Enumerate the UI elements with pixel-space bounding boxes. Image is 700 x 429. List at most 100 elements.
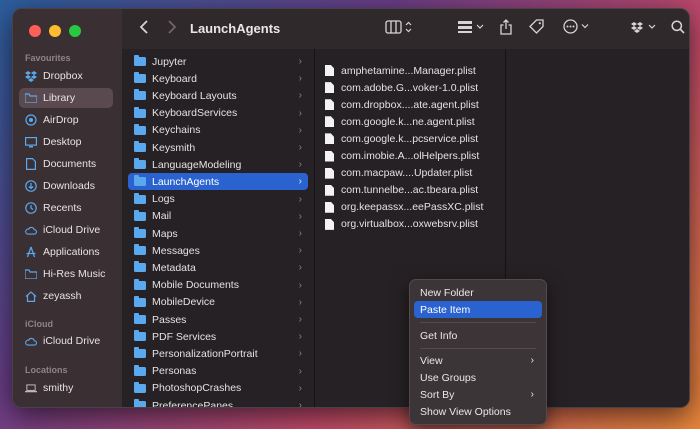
column-library: Jupyter › Keyboard › Keyboard Layouts › Keyboa… <box>122 49 315 407</box>
sidebar-item-home[interactable]: zeyassh <box>19 286 113 306</box>
menu-item-label: Get Info <box>420 329 458 342</box>
folder-name: PersonalizationPortrait <box>152 347 258 360</box>
file-name: com.google.k...pcservice.plist <box>341 132 479 145</box>
sidebar-item-recents[interactable]: Recents <box>19 198 113 218</box>
sidebar-item-documents[interactable]: Documents <box>19 154 113 174</box>
folder-row[interactable]: PreferencePanes › <box>128 397 308 407</box>
folder-row[interactable]: KeyboardServices › <box>128 105 308 122</box>
sidebar-item-airdrop[interactable]: AirDrop <box>19 110 113 130</box>
chevron-right-icon: › <box>298 245 302 257</box>
folder-row[interactable]: LanguageModeling › <box>128 156 308 173</box>
minimize-button[interactable] <box>49 25 61 37</box>
folder-row[interactable]: Passes › <box>128 311 308 328</box>
file-row[interactable]: com.google.k...ne.agent.plist <box>325 113 475 130</box>
sidebar-item-icloud-drive-2[interactable]: iCloud Drive <box>19 331 113 351</box>
file-row[interactable]: org.virtualbox...oxwebsrv.plist <box>325 216 478 233</box>
sidebar-item-icloud-drive[interactable]: iCloud Drive <box>19 220 113 240</box>
chevron-right-icon: › <box>298 262 302 274</box>
folder-row[interactable]: Messages › <box>128 242 308 259</box>
chevron-right-icon: › <box>298 193 302 205</box>
folder-name: Metadata <box>152 261 196 274</box>
folder-icon <box>134 244 146 256</box>
zoom-button[interactable] <box>69 25 81 37</box>
more-actions-button[interactable] <box>562 19 592 39</box>
applications-icon <box>25 246 37 258</box>
folder-row[interactable]: Mobile Documents › <box>128 277 308 294</box>
file-row[interactable]: com.tunnelbe...ac.tbeara.plist <box>325 182 478 199</box>
folder-name: Personas <box>152 365 197 378</box>
menu-item-label: Use Groups <box>420 371 477 384</box>
chevron-right-icon: › <box>298 56 302 67</box>
folder-row[interactable]: Keychains › <box>128 122 308 139</box>
file-row[interactable]: com.adobe.G...voker-1.0.plist <box>325 79 478 96</box>
menu-item-view[interactable]: View › <box>414 352 542 369</box>
folder-row[interactable]: Keyboard Layouts › <box>128 87 308 104</box>
tag-button[interactable] <box>526 19 546 39</box>
laptop-icon <box>25 383 37 393</box>
folder-icon <box>134 141 146 152</box>
folder-name: Keysmith <box>152 141 196 154</box>
folder-row[interactable]: Logs › <box>128 191 308 208</box>
sidebar-item-downloads[interactable]: Downloads <box>19 176 113 196</box>
file-row[interactable]: com.dropbox....ate.agent.plist <box>325 96 479 113</box>
menu-item-label: New Folder <box>420 286 474 299</box>
sidebar-item-dropbox[interactable]: Dropbox <box>19 66 113 86</box>
menu-item-paste-item[interactable]: Paste Item <box>414 301 542 318</box>
menu-item-get-info[interactable]: Get Info <box>414 327 542 344</box>
folder-name: KeyboardServices <box>152 107 238 120</box>
cloud-icon <box>25 337 37 346</box>
sidebar-item-hi-res-music[interactable]: Hi-Res Music <box>19 264 113 284</box>
chevron-right-icon: › <box>298 279 302 291</box>
view-mode-button[interactable] <box>382 19 416 39</box>
folder-row[interactable]: Metadata › <box>128 259 308 276</box>
share-button[interactable] <box>496 18 516 39</box>
document-icon <box>325 65 334 76</box>
folder-name: Jupyter <box>152 55 187 68</box>
file-row[interactable]: com.macpaw....Updater.plist <box>325 165 472 182</box>
file-row[interactable]: com.google.k...pcservice.plist <box>325 130 478 147</box>
toolbar: LaunchAgents <box>122 9 689 50</box>
folder-name: Messages <box>152 244 200 257</box>
folder-row[interactable]: PersonalizationPortrait › <box>128 345 308 362</box>
folder-row[interactable]: Maps › <box>128 225 308 242</box>
sidebar-item-library[interactable]: Library <box>19 88 113 108</box>
locations-heading: Locations <box>25 365 68 375</box>
folder-row[interactable]: Personas › <box>128 363 308 380</box>
home-icon <box>25 290 37 302</box>
dropbox-icon <box>25 70 37 82</box>
chevron-right-icon: › <box>298 331 302 343</box>
folder-row[interactable]: Jupyter › <box>128 53 308 70</box>
folder-icon <box>134 278 146 290</box>
sidebar-item-label: Desktop <box>43 136 82 148</box>
menu-item-show-view-options[interactable]: Show View Options <box>414 403 542 420</box>
file-row[interactable]: org.keepassx...eePassXC.plist <box>325 199 483 216</box>
search-button[interactable] <box>668 19 688 39</box>
menu-item-sort-by[interactable]: Sort By › <box>414 386 542 403</box>
folder-row[interactable]: PhotoshopCrashes › <box>128 380 308 397</box>
folder-row[interactable]: LaunchAgents › <box>128 173 308 191</box>
file-row[interactable]: amphetamine...Manager.plist <box>325 62 476 79</box>
chevron-right-icon: › <box>298 159 302 171</box>
forward-button[interactable] <box>162 19 182 39</box>
menu-item-new-folder[interactable]: New Folder <box>414 284 542 301</box>
dropbox-menu-button[interactable] <box>630 19 660 39</box>
folder-icon <box>134 399 146 407</box>
file-row[interactable]: com.imobie.A...olHelpers.plist <box>325 148 479 165</box>
folder-row[interactable]: MobileDevice › <box>128 294 308 311</box>
sidebar-item-applications[interactable]: Applications <box>19 242 113 262</box>
folder-row[interactable]: Mail › <box>128 208 308 225</box>
back-button[interactable] <box>134 19 154 39</box>
folder-row[interactable]: PDF Services › <box>128 328 308 345</box>
icloud-heading: iCloud <box>25 319 53 329</box>
sidebar-item-smithy[interactable]: smithy <box>19 378 113 398</box>
document-icon <box>325 167 334 179</box>
menu-item-use-groups[interactable]: Use Groups <box>414 369 542 386</box>
folder-row[interactable]: Keysmith › <box>128 139 308 156</box>
close-button[interactable] <box>29 25 41 37</box>
menu-item-label: Show View Options <box>420 405 511 418</box>
group-button[interactable] <box>456 19 486 39</box>
folder-row[interactable]: Keyboard › <box>128 70 308 87</box>
document-icon <box>325 116 334 128</box>
sidebar-item-desktop[interactable]: Desktop <box>19 132 113 152</box>
chevron-right-icon: › <box>298 228 302 239</box>
